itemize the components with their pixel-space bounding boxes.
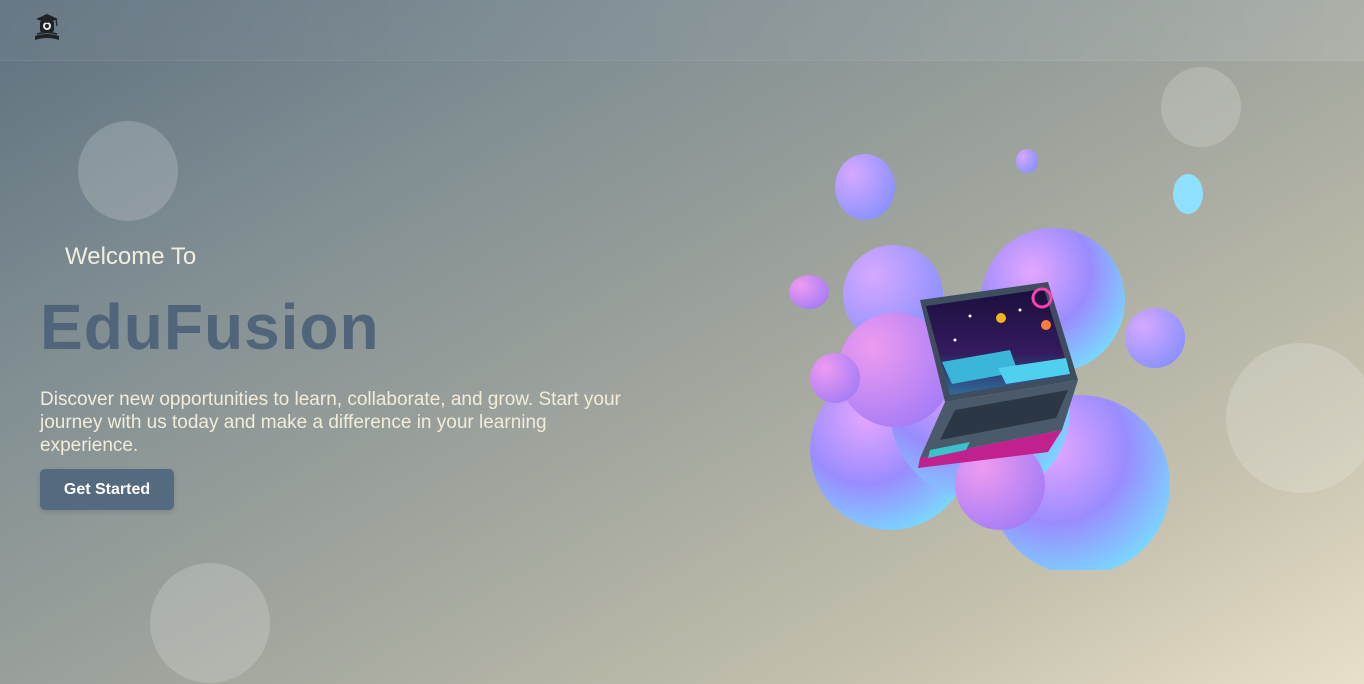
laptop-icon xyxy=(918,282,1078,468)
blob-shape xyxy=(1016,149,1038,173)
welcome-heading: Welcome To xyxy=(65,243,197,270)
get-started-button[interactable]: Get Started xyxy=(40,469,174,510)
decorative-bubble xyxy=(150,563,270,683)
top-navbar xyxy=(0,0,1364,61)
graduation-cap-logo-icon[interactable] xyxy=(30,12,64,46)
blob-shape xyxy=(810,353,860,403)
blob-shape xyxy=(835,154,895,220)
laptop-on-blob-illustration xyxy=(780,140,1220,575)
decorative-bubble xyxy=(1161,67,1241,147)
hero-description: Discover new opportunities to learn, col… xyxy=(40,389,621,456)
blob-shape xyxy=(789,275,829,309)
blob-shape xyxy=(1125,308,1185,368)
decorative-bubble xyxy=(1226,343,1364,493)
brand-title: EduFusion xyxy=(40,291,380,363)
decorative-bubble xyxy=(78,121,178,221)
blob-shape xyxy=(1173,174,1203,214)
